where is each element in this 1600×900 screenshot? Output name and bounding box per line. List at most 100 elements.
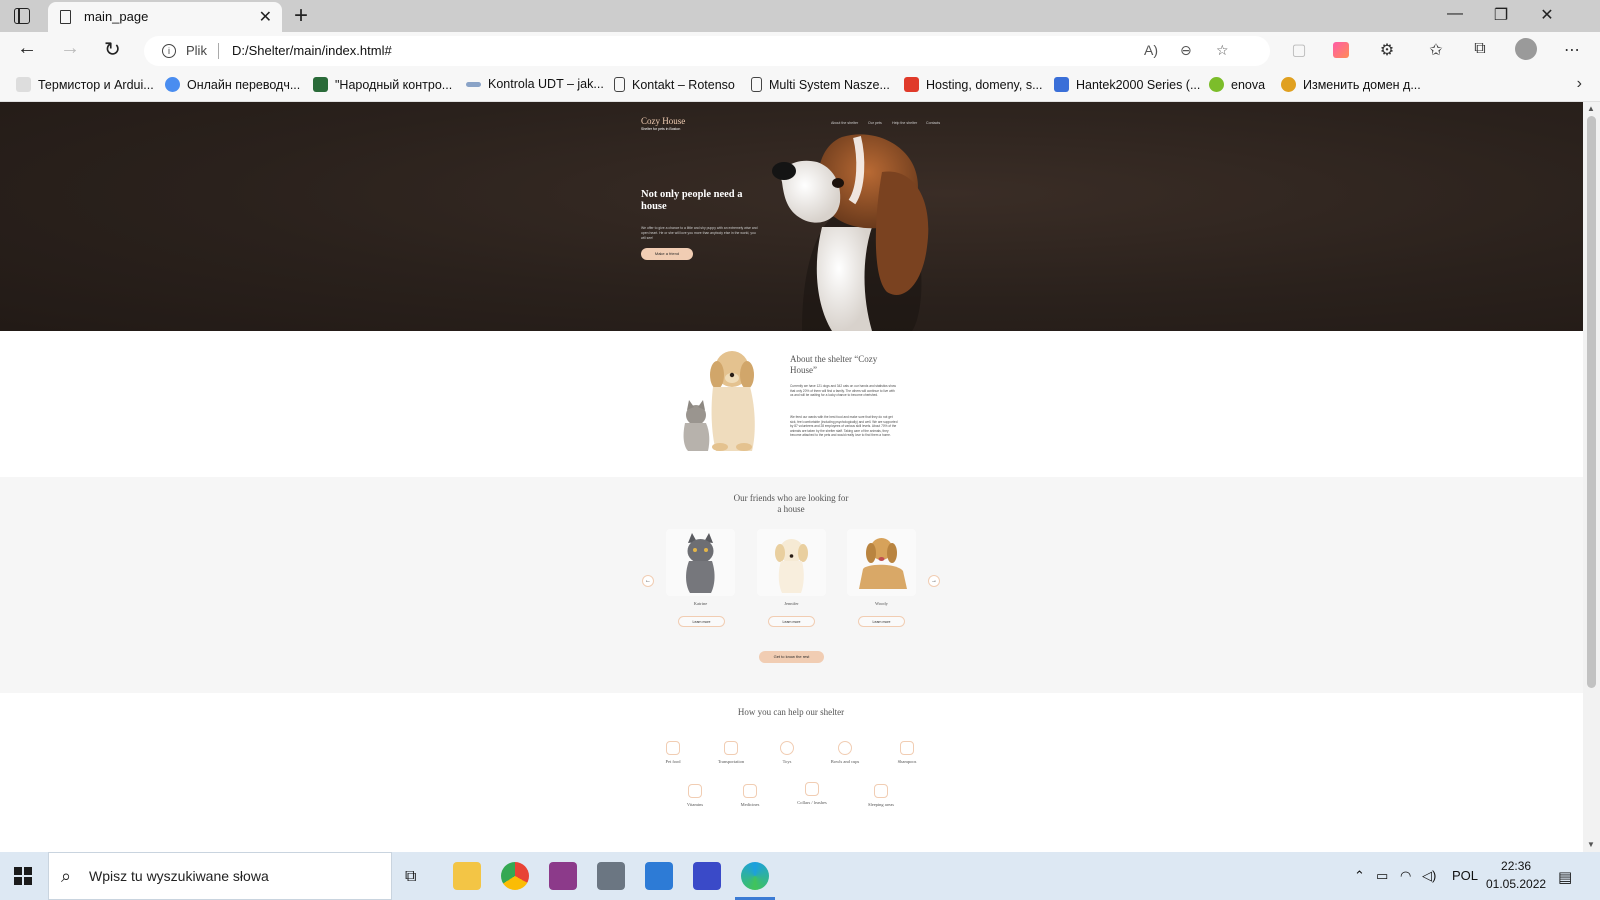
restore-button[interactable]: ❐ bbox=[1478, 5, 1524, 25]
nav-pets[interactable]: Our pets bbox=[868, 121, 882, 125]
task-view-icon[interactable]: ⧉ bbox=[405, 868, 416, 886]
edge-icon[interactable] bbox=[741, 862, 769, 890]
page-scrollbar[interactable]: ▲ ▼ bbox=[1583, 102, 1600, 852]
profile-avatar[interactable] bbox=[1515, 38, 1537, 60]
wifi-icon[interactable]: ◠ bbox=[1400, 868, 1411, 884]
clock[interactable]: 22:36 01.05.2022 bbox=[1486, 857, 1546, 893]
slider-next-button[interactable]: → bbox=[928, 575, 940, 587]
pet-card-image[interactable] bbox=[666, 529, 735, 596]
new-tab-button[interactable]: + bbox=[294, 2, 308, 30]
extensions-icon[interactable]: ⚙ bbox=[1375, 40, 1399, 60]
chevron-right-icon[interactable]: › bbox=[1577, 75, 1582, 93]
search-placeholder: Wpisz tu wyszukiwane słowa bbox=[89, 868, 269, 884]
help-item-medicines: Medicines bbox=[720, 784, 780, 807]
help-item-sleeping: Sleeping areas bbox=[851, 784, 911, 807]
tab-actions-icon[interactable] bbox=[14, 8, 30, 24]
hero-section: Cozy House Shelter for pets in Boston Ab… bbox=[0, 102, 1583, 331]
back-button[interactable]: ← bbox=[17, 37, 37, 60]
bookmark-item[interactable]: Термистор и Ardui... bbox=[16, 77, 154, 92]
add-favorite-icon[interactable]: ☆ bbox=[1216, 42, 1229, 59]
clock-time: 22:36 bbox=[1501, 859, 1532, 873]
language-indicator[interactable]: POL bbox=[1452, 868, 1478, 883]
slider-prev-button[interactable]: ← bbox=[642, 575, 654, 587]
bookmark-item[interactable]: "Народный контро... bbox=[313, 77, 452, 92]
help-section: How you can help our shelter Pet food Tr… bbox=[0, 693, 1583, 852]
bookmark-item[interactable]: Kontakt – Rotenso bbox=[614, 77, 735, 92]
bookmark-item[interactable]: Kontrola UDT – jak... bbox=[466, 77, 604, 91]
browser-toolbar: ← → ↻ i Plik D:/Shelter/main/index.html#… bbox=[0, 32, 1600, 70]
favorites-icon[interactable]: ✩ bbox=[1424, 40, 1448, 60]
save-app-icon[interactable] bbox=[693, 862, 721, 890]
nav-help[interactable]: Help the shelter bbox=[892, 121, 917, 125]
pet-food-icon bbox=[666, 741, 680, 755]
taskbar-search-input[interactable]: ⌕ Wpisz tu wyszukiwane słowa bbox=[48, 852, 392, 900]
calculator-icon[interactable] bbox=[597, 862, 625, 890]
extension-placeholder-icon[interactable]: ▢ bbox=[1287, 40, 1311, 60]
bookmark-item[interactable]: Hosting, domeny, s... bbox=[904, 77, 1043, 92]
dog-and-cat-image bbox=[683, 351, 755, 451]
notifications-icon[interactable]: ▤ bbox=[1558, 868, 1572, 886]
windows-start-button[interactable] bbox=[14, 867, 32, 885]
refresh-button[interactable]: ↻ bbox=[104, 37, 121, 62]
extension-icon[interactable] bbox=[1333, 42, 1349, 58]
site-logo[interactable]: Cozy House bbox=[641, 116, 685, 126]
volume-icon[interactable]: ◁) bbox=[1422, 868, 1436, 884]
logo-subtitle: Shelter for pets in Boston bbox=[641, 127, 681, 131]
bookmark-item[interactable]: enova bbox=[1209, 77, 1265, 92]
know-the-rest-button[interactable]: Get to know the rest bbox=[759, 651, 824, 663]
bookmark-item[interactable]: Онлайн переводч... bbox=[165, 77, 300, 92]
minimize-button[interactable]: — bbox=[1432, 5, 1478, 23]
url-text[interactable]: D:/Shelter/main/index.html# bbox=[232, 43, 392, 58]
pet-card-image[interactable] bbox=[757, 529, 826, 596]
file-explorer-icon[interactable] bbox=[453, 862, 481, 890]
cat-image bbox=[686, 533, 715, 593]
bookmark-icon bbox=[313, 77, 328, 92]
nav-contacts[interactable]: Contacts bbox=[926, 121, 940, 125]
learn-more-button[interactable]: Learn more bbox=[678, 616, 725, 627]
pets-title: Our friends who are looking for a house bbox=[733, 493, 849, 514]
bowl-icon bbox=[838, 741, 852, 755]
puppy-image bbox=[775, 539, 808, 593]
clock-date: 01.05.2022 bbox=[1486, 877, 1547, 891]
pet-name: Woody bbox=[875, 601, 888, 606]
about-title: About the shelter “Cozy House” bbox=[790, 354, 878, 375]
forward-button[interactable]: → bbox=[60, 37, 80, 60]
bookmark-icon bbox=[1281, 77, 1296, 92]
site-type-label: Plik bbox=[186, 43, 207, 58]
close-tab-icon[interactable]: ✕ bbox=[259, 7, 272, 27]
zoom-icon[interactable]: ⊖ bbox=[1180, 42, 1192, 59]
about-paragraph-2: We feed our wards with the best food and… bbox=[790, 415, 898, 438]
bookmark-item[interactable]: Hantek2000 Series (... bbox=[1054, 77, 1200, 92]
collections-icon[interactable]: ⧉ bbox=[1468, 40, 1492, 58]
winrar-icon[interactable] bbox=[549, 862, 577, 890]
browser-tab[interactable]: main_page ✕ bbox=[48, 2, 282, 32]
address-separator bbox=[218, 43, 219, 59]
bookmark-icon bbox=[466, 81, 481, 87]
help-item-transportation: Transportation bbox=[701, 741, 761, 764]
bed-icon bbox=[874, 784, 888, 798]
close-window-button[interactable]: ✕ bbox=[1524, 5, 1570, 25]
more-menu-icon[interactable]: ⋯ bbox=[1560, 40, 1584, 60]
learn-more-button[interactable]: Learn more bbox=[858, 616, 905, 627]
pet-card-image[interactable] bbox=[847, 529, 916, 596]
vscode-icon[interactable] bbox=[645, 862, 673, 890]
bookmark-item[interactable]: Изменить домен д... bbox=[1281, 77, 1421, 92]
hero-text: We offer to give a chance to a little an… bbox=[641, 226, 758, 240]
address-bar[interactable]: i Plik D:/Shelter/main/index.html# A) ⊖ … bbox=[144, 36, 1270, 66]
about-section: About the shelter “Cozy House” Currently… bbox=[0, 331, 1583, 477]
scroll-up-icon[interactable]: ▲ bbox=[1587, 104, 1595, 113]
learn-more-button[interactable]: Learn more bbox=[768, 616, 815, 627]
battery-icon[interactable]: ▭ bbox=[1376, 868, 1388, 884]
make-friend-button[interactable]: Make a friend bbox=[641, 248, 693, 260]
chevron-up-icon[interactable]: ⌃ bbox=[1354, 868, 1365, 884]
scroll-down-icon[interactable]: ▼ bbox=[1587, 840, 1595, 849]
nav-about[interactable]: About the shelter bbox=[831, 121, 858, 125]
chrome-icon[interactable] bbox=[501, 862, 529, 890]
read-aloud-icon[interactable]: A) bbox=[1144, 42, 1158, 58]
info-icon[interactable]: i bbox=[162, 44, 176, 58]
bookmark-icon bbox=[165, 77, 180, 92]
page-icon bbox=[60, 10, 71, 24]
scroll-thumb[interactable] bbox=[1587, 116, 1596, 688]
bookmark-item[interactable]: Multi System Nasze... bbox=[751, 77, 890, 92]
search-icon: ⌕ bbox=[61, 866, 72, 886]
